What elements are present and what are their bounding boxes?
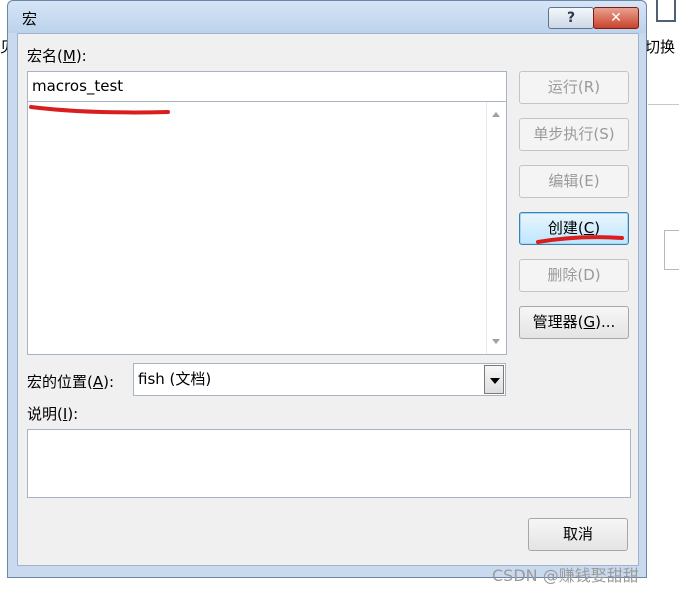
scroll-up-arrow-icon[interactable] xyxy=(492,112,500,117)
macro-dialog: 宏 ? ✕ 宏名(M): macros_test 运行(R) 单步执行(S) 编… xyxy=(7,0,647,578)
title-bar[interactable]: 宏 ? ✕ xyxy=(8,1,646,33)
close-button[interactable]: ✕ xyxy=(593,7,639,29)
edit-button[interactable]: 编辑(E) xyxy=(519,165,629,198)
help-button[interactable]: ? xyxy=(548,7,594,29)
dialog-title: 宏 xyxy=(22,10,38,28)
description-field[interactable] xyxy=(27,429,631,498)
chevron-down-icon xyxy=(490,378,500,384)
delete-button[interactable]: 删除(D) xyxy=(519,259,629,292)
create-button[interactable]: 创建(C) xyxy=(519,212,629,245)
step-into-button[interactable]: 单步执行(S) xyxy=(519,118,629,151)
cancel-button[interactable]: 取消 xyxy=(528,518,628,551)
macro-list-scrollbar[interactable] xyxy=(486,102,506,354)
background-ribbon-label: 切换 xyxy=(645,38,676,56)
background-divider xyxy=(648,104,679,105)
organizer-button[interactable]: 管理器(G)... xyxy=(519,306,629,339)
macro-location-value: fish (文档) xyxy=(138,370,212,388)
macro-name-label: 宏名(M): xyxy=(27,47,87,65)
background-ribbon-icon xyxy=(656,0,676,22)
background-box xyxy=(664,230,679,270)
scroll-down-arrow-icon[interactable] xyxy=(492,339,500,344)
macro-location-label: 宏的位置(A): xyxy=(27,373,115,391)
description-label: 说明(I): xyxy=(27,405,79,423)
macro-list[interactable] xyxy=(27,102,507,355)
dialog-body: 宏名(M): macros_test 运行(R) 单步执行(S) 编辑(E) 创… xyxy=(17,33,639,566)
run-button[interactable]: 运行(R) xyxy=(519,71,629,104)
macro-name-input[interactable]: macros_test xyxy=(27,71,507,102)
macro-location-select[interactable]: fish (文档) xyxy=(133,363,506,396)
watermark-text: CSDN @赚钱娶甜甜 xyxy=(492,566,639,585)
dropdown-button[interactable] xyxy=(484,365,504,394)
